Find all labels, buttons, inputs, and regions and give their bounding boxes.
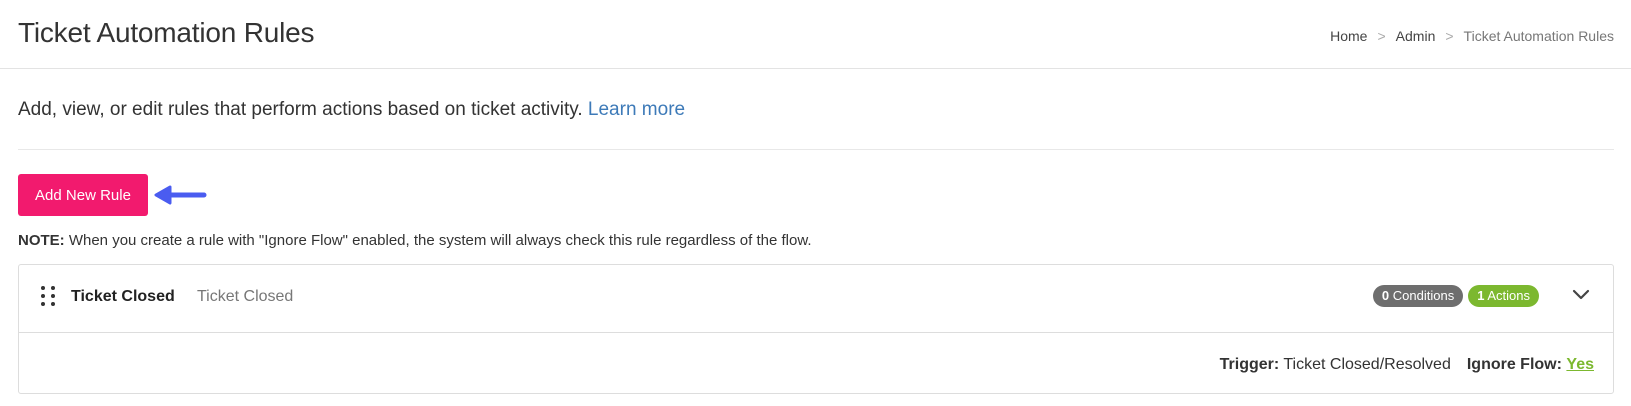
actions-count: 1 xyxy=(1477,288,1485,303)
page-header: Ticket Automation Rules Home > Admin > T… xyxy=(0,0,1631,69)
add-new-rule-button[interactable]: Add New Rule xyxy=(18,174,148,216)
breadcrumb-admin[interactable]: Admin xyxy=(1396,28,1436,44)
actions-label: Actions xyxy=(1487,288,1530,303)
conditions-label: Conditions xyxy=(1392,288,1455,303)
rule-header[interactable]: Ticket Closed Ticket Closed 0 Conditions… xyxy=(19,265,1613,333)
rule-card: Ticket Closed Ticket Closed 0 Conditions… xyxy=(18,264,1614,394)
breadcrumb-separator: > xyxy=(1377,28,1386,44)
conditions-count: 0 xyxy=(1381,288,1390,303)
breadcrumb: Home > Admin > Ticket Automation Rules xyxy=(1330,28,1614,44)
intro-description: Add, view, or edit rules that perform ac… xyxy=(18,99,583,120)
section-divider xyxy=(18,149,1614,150)
learn-more-link[interactable]: Learn more xyxy=(588,99,685,120)
breadcrumb-home[interactable]: Home xyxy=(1330,28,1367,44)
rule-body: Trigger: Ticket Closed/Resolved Ignore F… xyxy=(19,333,1613,393)
actions-badge: 1 Actions xyxy=(1468,285,1539,307)
breadcrumb-separator: > xyxy=(1445,28,1454,44)
drag-handle-icon[interactable] xyxy=(40,285,56,307)
ignore-flow-label: Ignore Flow: xyxy=(1466,356,1562,373)
chevron-down-icon[interactable] xyxy=(1572,289,1590,301)
conditions-badge: 0 Conditions xyxy=(1372,285,1464,307)
rule-description: Ticket Closed xyxy=(197,288,294,305)
rule-name: Ticket Closed xyxy=(71,288,175,305)
trigger-value: Ticket Closed/Resolved xyxy=(1283,356,1451,373)
ignore-flow-value[interactable]: Yes xyxy=(1566,356,1594,373)
ignore-flow-info: Ignore Flow: Yes xyxy=(1467,356,1594,374)
breadcrumb-current: Ticket Automation Rules xyxy=(1463,28,1614,44)
note-label: NOTE: xyxy=(18,232,65,249)
intro-text: Add, view, or edit rules that perform ac… xyxy=(18,99,685,121)
trigger-label: Trigger: xyxy=(1219,356,1280,373)
note-text: When you create a rule with "Ignore Flow… xyxy=(64,232,812,249)
arrow-left-icon xyxy=(154,185,207,205)
trigger-info: Trigger: Ticket Closed/Resolved xyxy=(1220,356,1451,374)
page-title: Ticket Automation Rules xyxy=(18,17,315,48)
rule-badges: 0 Conditions 1 Actions xyxy=(1372,285,1539,307)
rule-meta: Trigger: Ticket Closed/Resolved Ignore F… xyxy=(1220,356,1594,374)
ignore-flow-note: NOTE: When you create a rule with "Ignor… xyxy=(18,232,812,249)
